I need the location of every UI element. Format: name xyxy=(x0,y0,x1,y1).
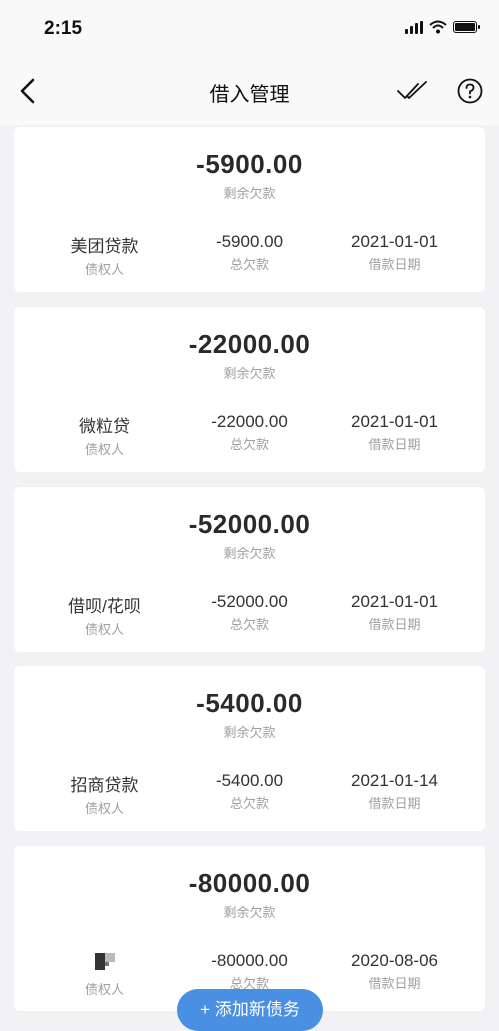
total-label: 总欠款 xyxy=(229,437,269,452)
debt-card[interactable]: -52000.00 剩余欠款 借呗/花呗 债权人 -52000.00 总欠款 2… xyxy=(14,487,485,652)
date-column: 2021-01-01 借款日期 xyxy=(316,412,473,453)
loan-date: 2021-01-14 xyxy=(351,771,438,790)
creditor-logo-icon xyxy=(94,953,115,970)
debt-card[interactable]: -22000.00 剩余欠款 微粒贷 债权人 -22000.00 总欠款 202… xyxy=(14,307,485,472)
remaining-amount: -5900.00 xyxy=(196,149,303,179)
total-amount: -22000.00 xyxy=(211,412,288,431)
creditor-label: 债权人 xyxy=(84,262,124,277)
loan-date: 2021-01-01 xyxy=(351,232,438,251)
date-column: 2020-08-06 借款日期 xyxy=(316,951,473,992)
creditor-column: 招商贷款 债权人 xyxy=(26,771,183,817)
date-column: 2021-01-01 借款日期 xyxy=(316,232,473,273)
creditor-column: 美团贷款 债权人 xyxy=(26,232,183,278)
debt-list[interactable]: -5900.00 剩余欠款 美团贷款 债权人 -5900.00 总欠款 2021… xyxy=(0,125,499,1030)
status-icons xyxy=(405,20,480,34)
date-column: 2021-01-14 借款日期 xyxy=(316,771,473,812)
creditor-name xyxy=(26,951,183,977)
add-debt-button[interactable]: + 添加新债务 xyxy=(177,989,323,1031)
help-icon[interactable] xyxy=(457,78,483,104)
creditor-label: 债权人 xyxy=(84,982,124,997)
remaining-label: 剩余欠款 xyxy=(223,366,276,381)
date-label: 借款日期 xyxy=(368,796,421,811)
creditor-column: 债权人 xyxy=(26,951,183,998)
remaining-amount: -80000.00 xyxy=(188,868,311,898)
date-label: 借款日期 xyxy=(368,976,421,991)
total-label: 总欠款 xyxy=(229,617,269,632)
creditor-name: 微粒贷 xyxy=(79,417,130,436)
wifi-icon xyxy=(429,20,447,34)
signal-icon xyxy=(405,20,423,34)
date-label: 借款日期 xyxy=(368,257,421,272)
creditor-column: 借呗/花呗 债权人 xyxy=(26,592,183,638)
total-amount: -5900.00 xyxy=(215,232,284,251)
creditor-label: 债权人 xyxy=(84,442,124,457)
battery-icon xyxy=(453,21,480,33)
total-column: -5400.00 总欠款 xyxy=(171,771,328,812)
remaining-amount: -5400.00 xyxy=(196,688,303,718)
debt-card[interactable]: -5400.00 剩余欠款 招商贷款 债权人 -5400.00 总欠款 2021… xyxy=(14,666,485,831)
total-column: -52000.00 总欠款 xyxy=(171,592,328,633)
remaining-label: 剩余欠款 xyxy=(223,725,276,740)
remaining-label: 剩余欠款 xyxy=(223,546,276,561)
total-column: -5900.00 总欠款 xyxy=(171,232,328,273)
remaining-amount: -52000.00 xyxy=(188,509,311,539)
remaining-amount: -22000.00 xyxy=(188,329,311,359)
date-label: 借款日期 xyxy=(368,617,421,632)
total-label: 总欠款 xyxy=(229,257,269,272)
total-amount: -5400.00 xyxy=(215,771,284,790)
total-column: -22000.00 总欠款 xyxy=(171,412,328,453)
debt-card[interactable]: -80000.00 剩余欠款 债权人 -80000.00 总欠款 2020-08… xyxy=(14,846,485,1011)
loan-date: 2021-01-01 xyxy=(351,412,438,431)
remaining-label: 剩余欠款 xyxy=(223,905,276,920)
creditor-name: 借呗/花呗 xyxy=(68,597,141,616)
creditor-label: 债权人 xyxy=(84,622,124,637)
total-label: 总欠款 xyxy=(229,796,269,811)
creditor-name: 美团贷款 xyxy=(70,237,139,256)
creditor-label: 债权人 xyxy=(84,801,124,816)
creditor-column: 微粒贷 债权人 xyxy=(26,412,183,458)
remaining-label: 剩余欠款 xyxy=(223,186,276,201)
total-amount: -80000.00 xyxy=(211,951,288,970)
loan-date: 2021-01-01 xyxy=(351,592,438,611)
status-time: 2:15 xyxy=(44,18,83,39)
creditor-name: 招商贷款 xyxy=(70,776,139,795)
date-label: 借款日期 xyxy=(368,437,421,452)
double-check-icon[interactable] xyxy=(396,78,428,104)
loan-date: 2020-08-06 xyxy=(351,951,438,970)
total-amount: -52000.00 xyxy=(211,592,288,611)
date-column: 2021-01-01 借款日期 xyxy=(316,592,473,633)
debt-card[interactable]: -5900.00 剩余欠款 美团贷款 债权人 -5900.00 总欠款 2021… xyxy=(14,127,485,292)
total-column: -80000.00 总欠款 xyxy=(171,951,328,992)
header: 2:15 借入管理 xyxy=(0,0,499,125)
